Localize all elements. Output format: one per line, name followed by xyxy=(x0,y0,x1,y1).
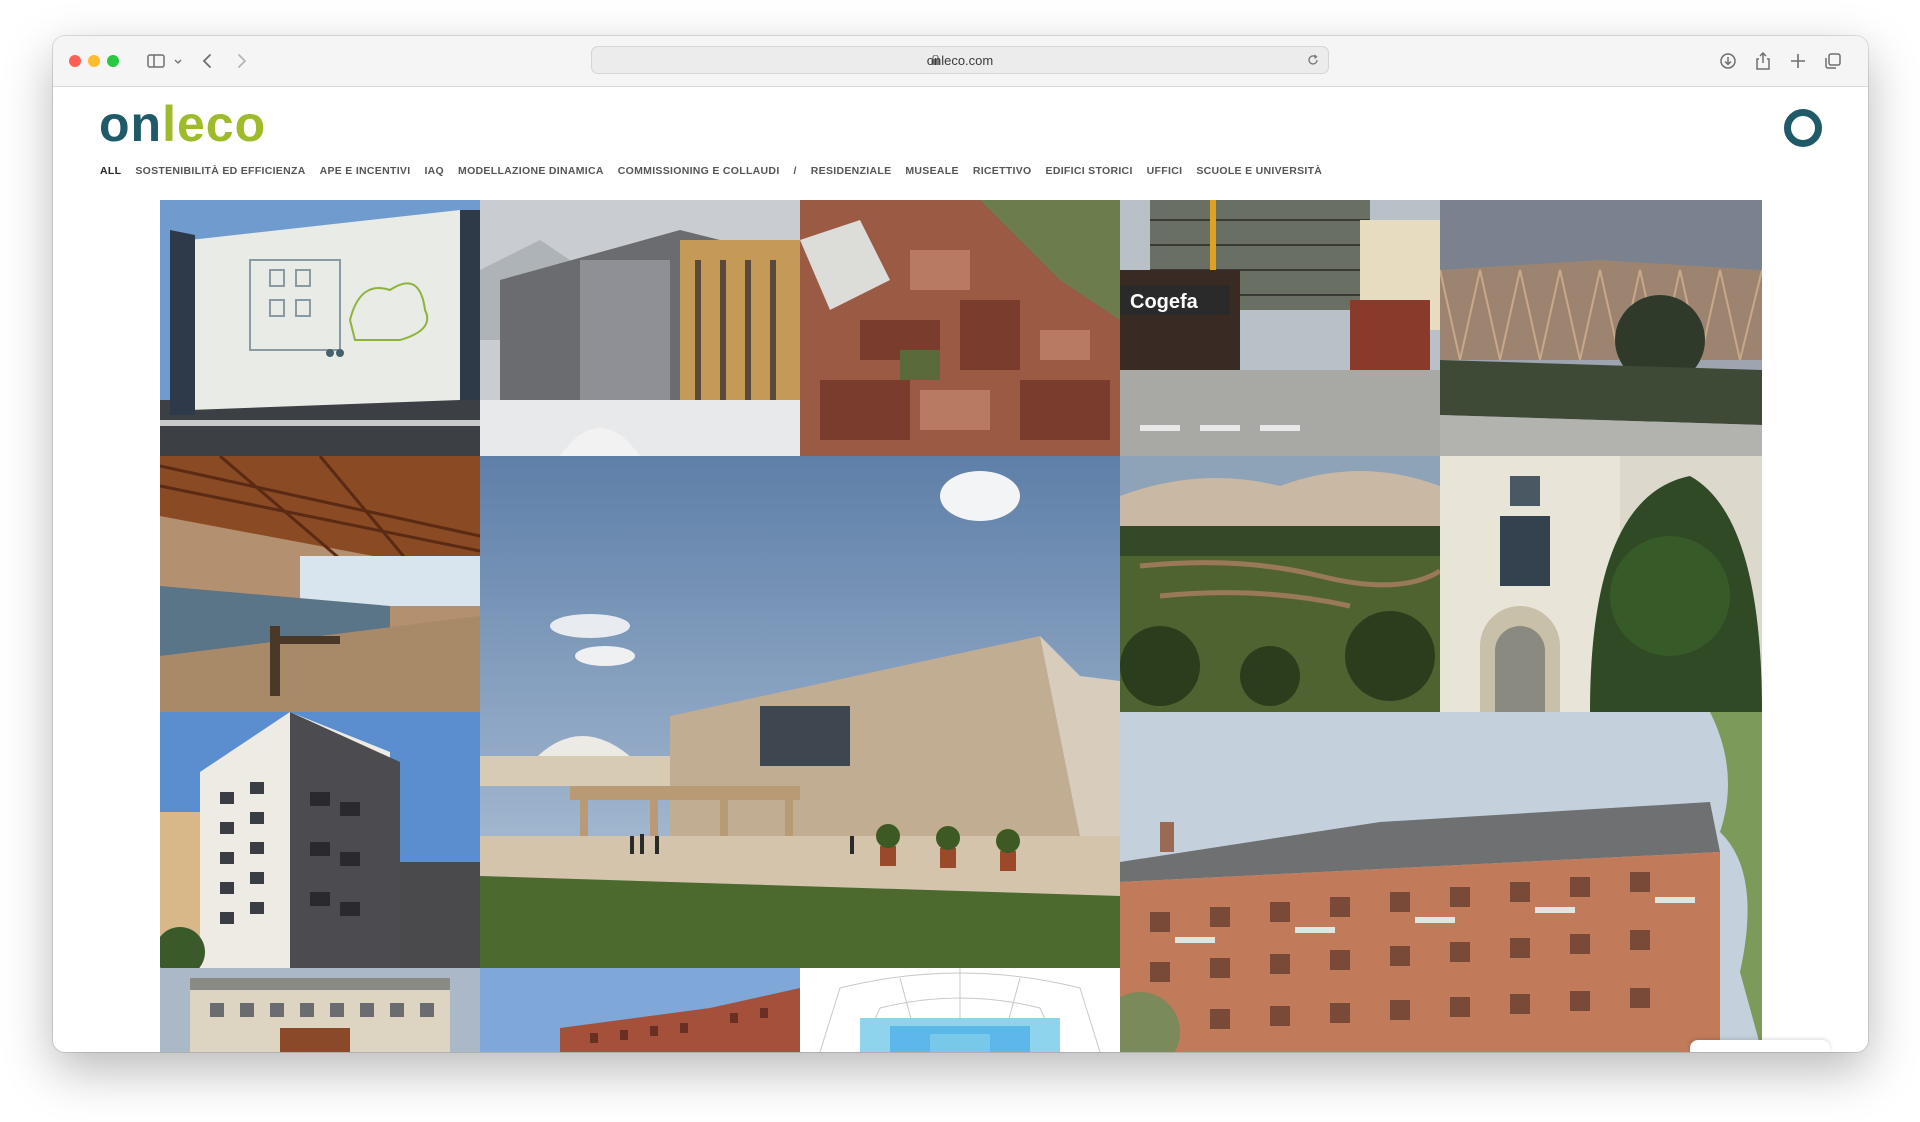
project-tile-landscape-park[interactable] xyxy=(1120,456,1440,712)
filter-iaq[interactable]: IAQ xyxy=(424,165,444,181)
project-tile-apartment-tower[interactable] xyxy=(160,712,480,968)
reload-icon[interactable] xyxy=(1306,53,1320,67)
filter-ricettivo[interactable]: RICETTIVO xyxy=(973,165,1032,181)
cogefa-sign-text: Cogefa xyxy=(1130,291,1199,313)
download-icon[interactable] xyxy=(1717,50,1739,72)
filter-edifici-storici[interactable]: EDIFICI STORICI xyxy=(1046,165,1133,181)
project-tile-lattice-pavilion[interactable] xyxy=(1440,200,1762,456)
chat-widget[interactable] xyxy=(1690,1040,1830,1052)
back-icon[interactable] xyxy=(197,50,219,72)
tabs-overview-icon[interactable] xyxy=(1822,50,1844,72)
project-tile-aerial-view[interactable] xyxy=(800,200,1120,456)
browser-toolbar: onleco.com xyxy=(53,36,1868,87)
filter-commissioning-collaudi[interactable]: COMMISSIONING E COLLAUDI xyxy=(618,165,780,181)
project-tile-classic-facade[interactable] xyxy=(1440,456,1762,712)
chevron-down-icon[interactable] xyxy=(167,50,182,72)
site-logo[interactable]: onleco xyxy=(99,97,266,151)
filter-uffici[interactable]: UFFICI xyxy=(1147,165,1183,181)
category-filter-bar: ALL SOSTENIBILITÀ ED EFFICIENZA APE E IN… xyxy=(100,165,1336,181)
project-tile-civic-center[interactable] xyxy=(480,456,1120,968)
project-tile-swimming-pool[interactable] xyxy=(160,456,480,712)
minimize-window-button[interactable] xyxy=(88,55,100,67)
filter-separator: / xyxy=(793,165,797,177)
logo-part-leco: leco xyxy=(162,96,267,152)
zoom-window-button[interactable] xyxy=(107,55,119,67)
page-content: onleco ALL SOSTENIBILITÀ ED EFFICIENZA A… xyxy=(53,87,1868,1052)
sidebar-icon[interactable] xyxy=(145,50,167,72)
project-tile-cogefa-site[interactable]: Cogefa xyxy=(1120,200,1440,456)
project-tile-modern-block[interactable] xyxy=(160,968,480,1052)
project-tile-thermal-diagram[interactable] xyxy=(800,968,1120,1052)
filter-museale[interactable]: MUSEALE xyxy=(905,165,958,181)
filter-sostenibilita[interactable]: SOSTENIBILITÀ ED EFFICIENZA xyxy=(135,165,305,181)
filter-modellazione-dinamica[interactable]: MODELLAZIONE DINAMICA xyxy=(458,165,604,181)
project-tile-mountain-housing[interactable] xyxy=(480,200,800,456)
address-bar[interactable]: onleco.com xyxy=(591,46,1329,74)
project-tile-facade-banner[interactable] xyxy=(160,200,480,456)
share-icon[interactable] xyxy=(1752,50,1774,72)
filter-residenziale[interactable]: RESIDENZIALE xyxy=(811,165,892,181)
project-tile-red-building[interactable] xyxy=(480,968,800,1052)
filter-scuole-universita[interactable]: SCUOLE E UNIVERSITÀ xyxy=(1196,165,1322,181)
project-gallery: Cogefa xyxy=(160,200,1762,1052)
logo-part-on: on xyxy=(99,96,163,152)
filter-ape-incentivi[interactable]: APE E INCENTIVI xyxy=(320,165,411,181)
close-window-button[interactable] xyxy=(69,55,81,67)
forward-icon[interactable] xyxy=(230,50,252,72)
browser-window: onleco.com onleco ALL SOSTENIBILITÀ ED E… xyxy=(53,36,1868,1052)
url-text: onleco.com xyxy=(926,53,994,68)
filter-all[interactable]: ALL xyxy=(100,165,121,181)
menu-toggle-icon[interactable] xyxy=(1784,109,1822,147)
new-tab-icon[interactable] xyxy=(1787,50,1809,72)
project-tile-brick-residence[interactable] xyxy=(1120,712,1762,1052)
